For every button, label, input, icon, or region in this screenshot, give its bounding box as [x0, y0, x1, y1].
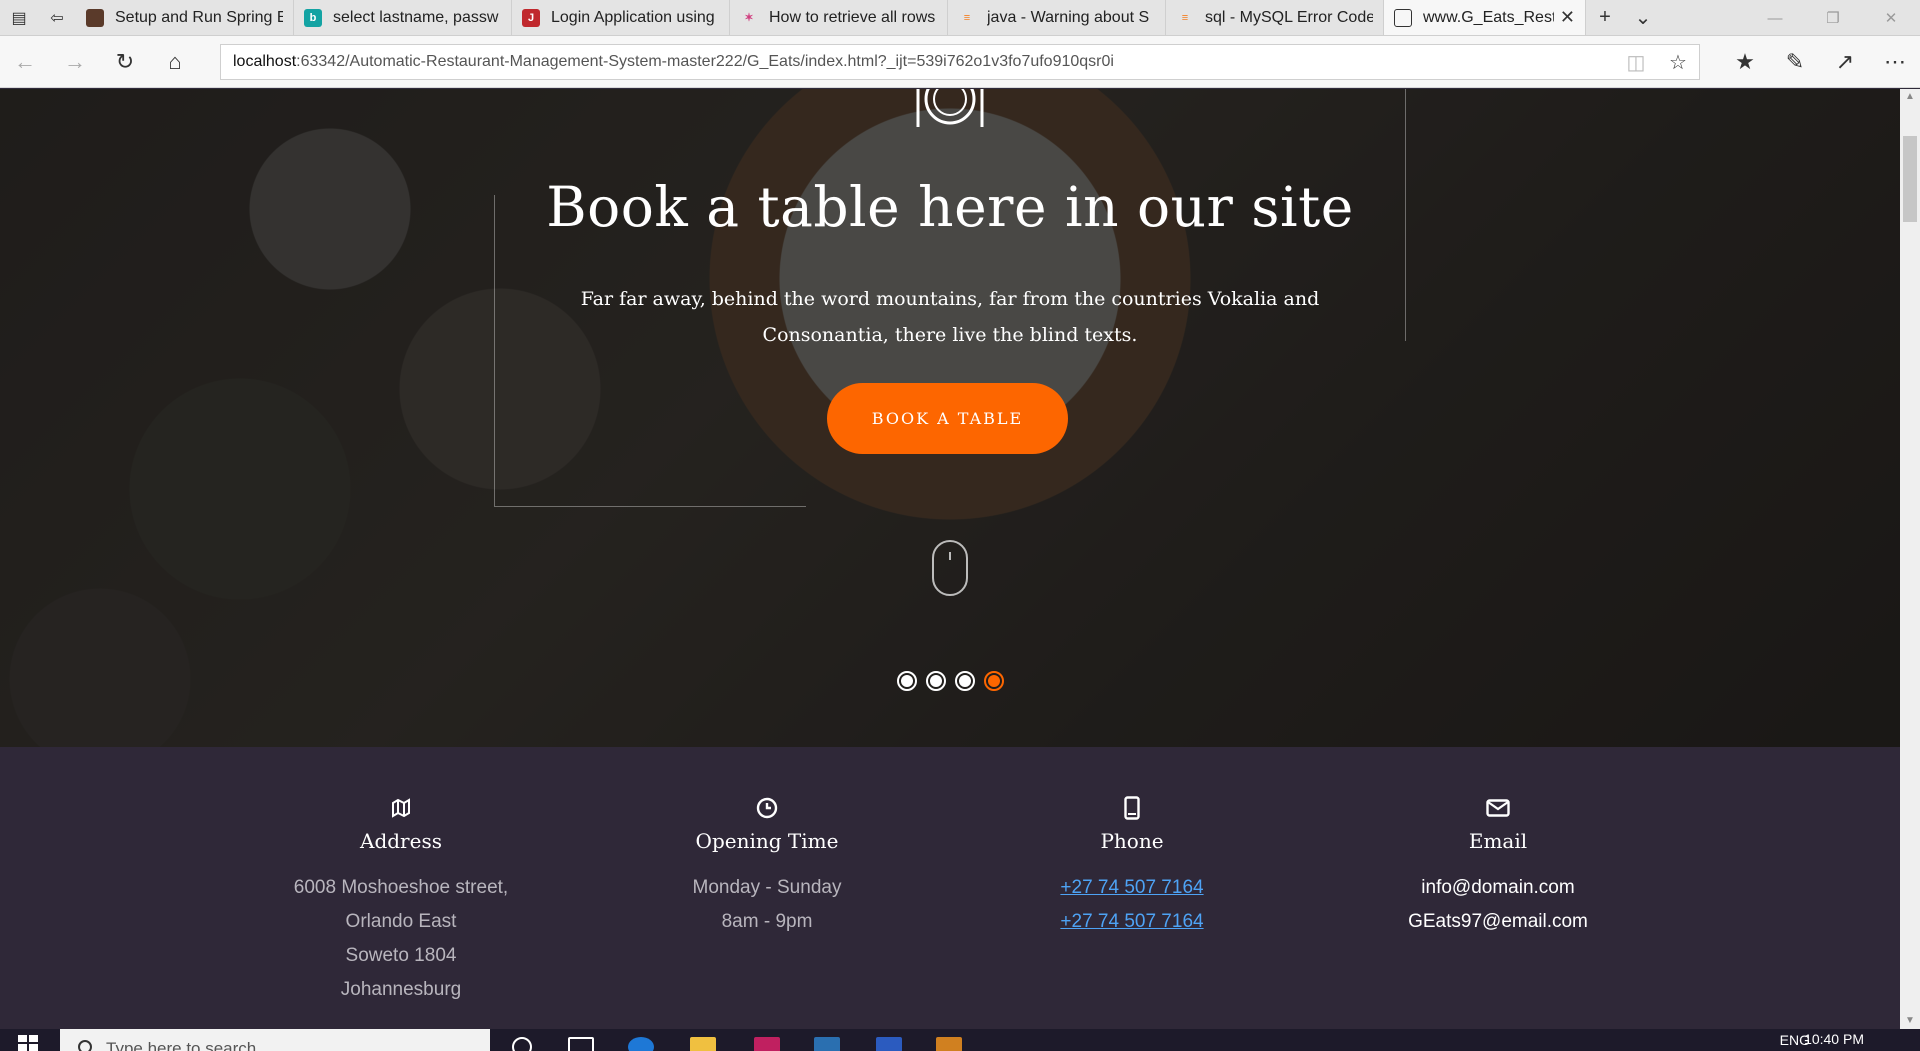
decorative-line: [494, 195, 495, 506]
address-line: 6008 Moshoeshoe street,: [293, 877, 509, 898]
browser-tab[interactable]: J Login Application using: [512, 0, 730, 35]
map-icon: [221, 793, 581, 823]
taskbar-search-input[interactable]: Type here to search: [60, 1029, 490, 1051]
favorites-list-icon[interactable]: ★: [1720, 36, 1770, 88]
star-favicon-icon: ✶: [744, 12, 754, 24]
refresh-icon[interactable]: ↻: [100, 36, 150, 88]
url-text[interactable]: localhost:63342/Automatic-Restaurant-Man…: [233, 53, 1615, 71]
stackoverflow-icon: ≡: [963, 11, 971, 24]
reading-view-icon[interactable]: ◫: [1615, 50, 1657, 75]
favorite-star-icon[interactable]: ☆: [1657, 50, 1699, 75]
address-line: Orlando East: [345, 911, 457, 932]
new-tab-icon[interactable]: +: [1586, 6, 1624, 29]
browser-tab[interactable]: ≡ java - Warning about S: [948, 0, 1166, 35]
tab-title: sql - MySQL Error Code: [1205, 8, 1373, 26]
minimize-icon[interactable]: —: [1746, 0, 1804, 36]
page-icon: [1394, 8, 1412, 27]
workbench-icon[interactable]: [814, 1037, 840, 1051]
windows-start-icon[interactable]: [18, 1035, 38, 1051]
address-heading: Address: [360, 829, 442, 853]
set-aside-tabs-icon[interactable]: ⇦: [38, 0, 76, 35]
book-table-button[interactable]: BOOK A TABLE: [827, 383, 1068, 454]
contact-info-section: Address 6008 Moshoeshoe street, Orlando …: [0, 747, 1900, 1029]
tab-title: Login Application using: [551, 8, 715, 26]
window-controls: — ❐ ✕: [1746, 0, 1920, 36]
back-icon[interactable]: ←: [0, 36, 50, 88]
address-bar[interactable]: i localhost:63342/Automatic-Restaurant-M…: [220, 44, 1700, 808]
email-address[interactable]: GEats97@email.com: [1318, 905, 1678, 939]
hero-subtitle: Far far away, behind the word mountains,…: [580, 288, 1320, 346]
share-icon[interactable]: ↗: [1820, 36, 1870, 88]
word-icon[interactable]: [876, 1037, 902, 1051]
address-line: Soweto 1804: [345, 945, 457, 966]
pen-icon[interactable]: ✎: [1770, 36, 1820, 88]
taskbar-clock[interactable]: 10:40 PM: [1804, 1031, 1864, 1047]
scroll-down-icon[interactable]: ▼: [1900, 1013, 1920, 1029]
opening-time-heading: Opening Time: [695, 829, 839, 853]
phone-block: Phone +27 74 507 7164 +27 74 507 7164: [952, 793, 1312, 939]
phone-link[interactable]: +27 74 507 7164: [952, 905, 1312, 939]
browser-toolbar: ← → ↻ ⌂ i localhost:63342/Automatic-Rest…: [0, 36, 1920, 808]
home-icon[interactable]: ⌂: [150, 36, 200, 88]
browser-tab-active[interactable]: www.G_Eats_Restau ✕: [1384, 0, 1586, 35]
bing-icon: b: [304, 8, 322, 27]
phone-heading: Phone: [1100, 829, 1164, 853]
hero-section: Book a table here in our site Far far aw…: [0, 89, 1900, 747]
mail-icon: [1318, 793, 1678, 823]
decorative-line: [494, 506, 806, 507]
intellij-icon[interactable]: [754, 1037, 780, 1051]
tab-actions-icon[interactable]: ▤: [0, 0, 38, 35]
address-line: Johannesburg: [340, 979, 462, 1000]
page-scrollbar[interactable]: ▲ ▼: [1900, 89, 1920, 1029]
clock-icon: [587, 793, 947, 823]
phone-icon: [952, 793, 1312, 823]
email-block: Email info@domain.com GEats97@email.com: [1318, 793, 1678, 939]
carousel-dot[interactable]: [954, 671, 975, 691]
browser-tab-strip: ▤ ⇦ Setup and Run Spring E b select last…: [0, 0, 1920, 36]
hours-line: Monday - Sunday: [692, 877, 842, 898]
carousel-dot[interactable]: [925, 671, 946, 691]
tab-title: Setup and Run Spring E: [115, 8, 283, 26]
close-tab-icon[interactable]: ✕: [1560, 7, 1575, 28]
more-icon[interactable]: ⋯: [1870, 36, 1920, 88]
close-window-icon[interactable]: ✕: [1862, 0, 1920, 36]
dish-icon: [916, 89, 984, 127]
file-explorer-icon[interactable]: [690, 1037, 716, 1051]
browser-tab[interactable]: Setup and Run Spring E: [76, 0, 294, 35]
search-placeholder: Type here to search: [106, 1039, 257, 1051]
chevron-down-icon[interactable]: ⌄: [1624, 5, 1662, 30]
app-icon[interactable]: [936, 1037, 962, 1051]
scrollbar-thumb[interactable]: [1903, 136, 1917, 222]
carousel-dots: [0, 671, 1900, 691]
tab-title: How to retrieve all rows: [769, 8, 936, 26]
tab-title: www.G_Eats_Restau: [1423, 8, 1554, 26]
scroll-up-icon[interactable]: ▲: [1900, 89, 1920, 105]
restore-icon[interactable]: ❐: [1804, 0, 1862, 36]
javatpoint-icon: J: [522, 8, 540, 27]
hero-title: Book a table here in our site: [546, 175, 1354, 239]
task-view-icon[interactable]: [568, 1037, 594, 1051]
tab-title: java - Warning about S: [987, 8, 1150, 26]
opening-time-block: Opening Time Monday - Sunday 8am - 9pm: [587, 793, 947, 939]
browser-tab[interactable]: ≡ sql - MySQL Error Code: [1166, 0, 1384, 35]
scroll-down-mouse-icon[interactable]: [932, 540, 968, 596]
stackoverflow-icon: ≡: [1181, 11, 1189, 24]
address-block: Address 6008 Moshoeshoe street, Orlando …: [221, 793, 581, 1007]
forward-icon[interactable]: →: [50, 36, 100, 88]
windows-taskbar: Type here to search ENG 10:40 PM: [0, 1029, 1920, 1051]
hours-line: 8am - 9pm: [721, 911, 813, 932]
tab-title: select lastname, passw: [333, 8, 499, 26]
edge-icon[interactable]: [628, 1037, 654, 1051]
email-heading: Email: [1468, 829, 1528, 853]
carousel-dot-active[interactable]: [983, 671, 1004, 691]
browser-tab[interactable]: ✶ How to retrieve all rows: [730, 0, 948, 35]
search-icon: [78, 1040, 92, 1051]
cortana-icon[interactable]: [512, 1037, 532, 1051]
phone-link[interactable]: +27 74 507 7164: [952, 871, 1312, 905]
tab-favicon: [86, 8, 104, 27]
carousel-dot[interactable]: [896, 671, 917, 691]
email-address[interactable]: info@domain.com: [1318, 871, 1678, 905]
browser-tab[interactable]: b select lastname, passw: [294, 0, 512, 35]
